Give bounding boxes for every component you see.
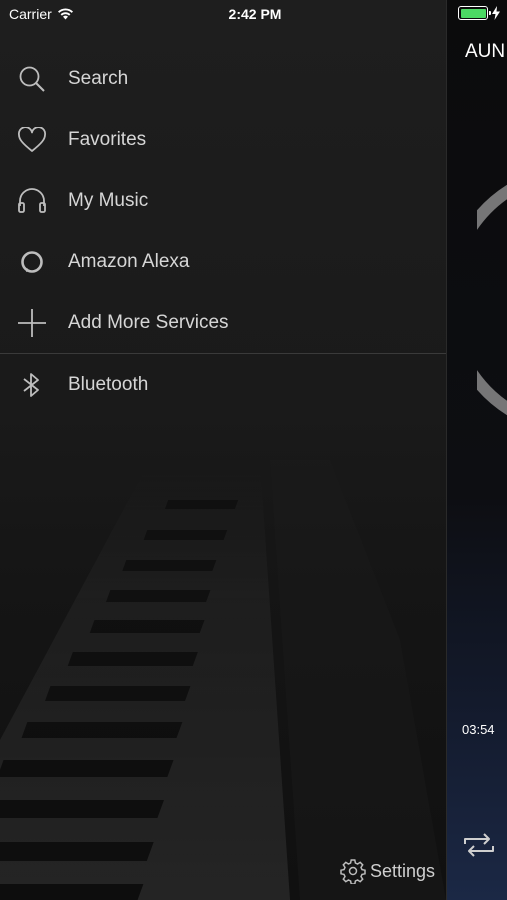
gear-icon [340,859,366,884]
track-title: AUN [465,41,506,62]
alexa-icon [16,246,48,278]
menu-item-search[interactable]: Search [0,48,446,109]
elapsed-time: 03:54 [462,722,495,737]
heart-icon [16,124,48,156]
menu-item-favorites[interactable]: Favorites [0,109,446,170]
settings-button[interactable]: Settings [340,856,435,886]
side-drawer: Search Favorites My Music Amazon Alexa A… [0,0,446,900]
menu-list: Search Favorites My Music Amazon Alexa A… [0,48,446,415]
clock: 2:42 PM [228,6,282,22]
search-icon [16,63,48,95]
menu-item-add-services[interactable]: Add More Services [0,292,446,353]
menu-item-bluetooth[interactable]: Bluetooth [0,354,446,415]
battery-icon [458,6,491,20]
menu-item-amazon-alexa[interactable]: Amazon Alexa [0,231,446,292]
now-playing-panel[interactable]: AUN 03:54 [446,0,507,900]
plus-icon [16,307,48,339]
status-bar: Carrier 2:42 PM [0,0,507,28]
menu-item-my-music[interactable]: My Music [0,170,446,231]
menu-item-label: Amazon Alexa [68,250,190,272]
piano-keys-background [0,460,446,900]
repeat-icon[interactable] [462,829,496,861]
headphones-icon [16,185,48,217]
album-art-ring [477,185,507,415]
bluetooth-icon [16,369,48,401]
menu-item-label: Search [68,67,129,89]
settings-label: Settings [370,860,436,881]
menu-item-label: Favorites [68,128,147,150]
menu-item-label: My Music [68,189,149,211]
charging-icon [492,6,500,20]
menu-item-label: Add More Services [68,311,229,333]
menu-item-label: Bluetooth [68,373,149,395]
